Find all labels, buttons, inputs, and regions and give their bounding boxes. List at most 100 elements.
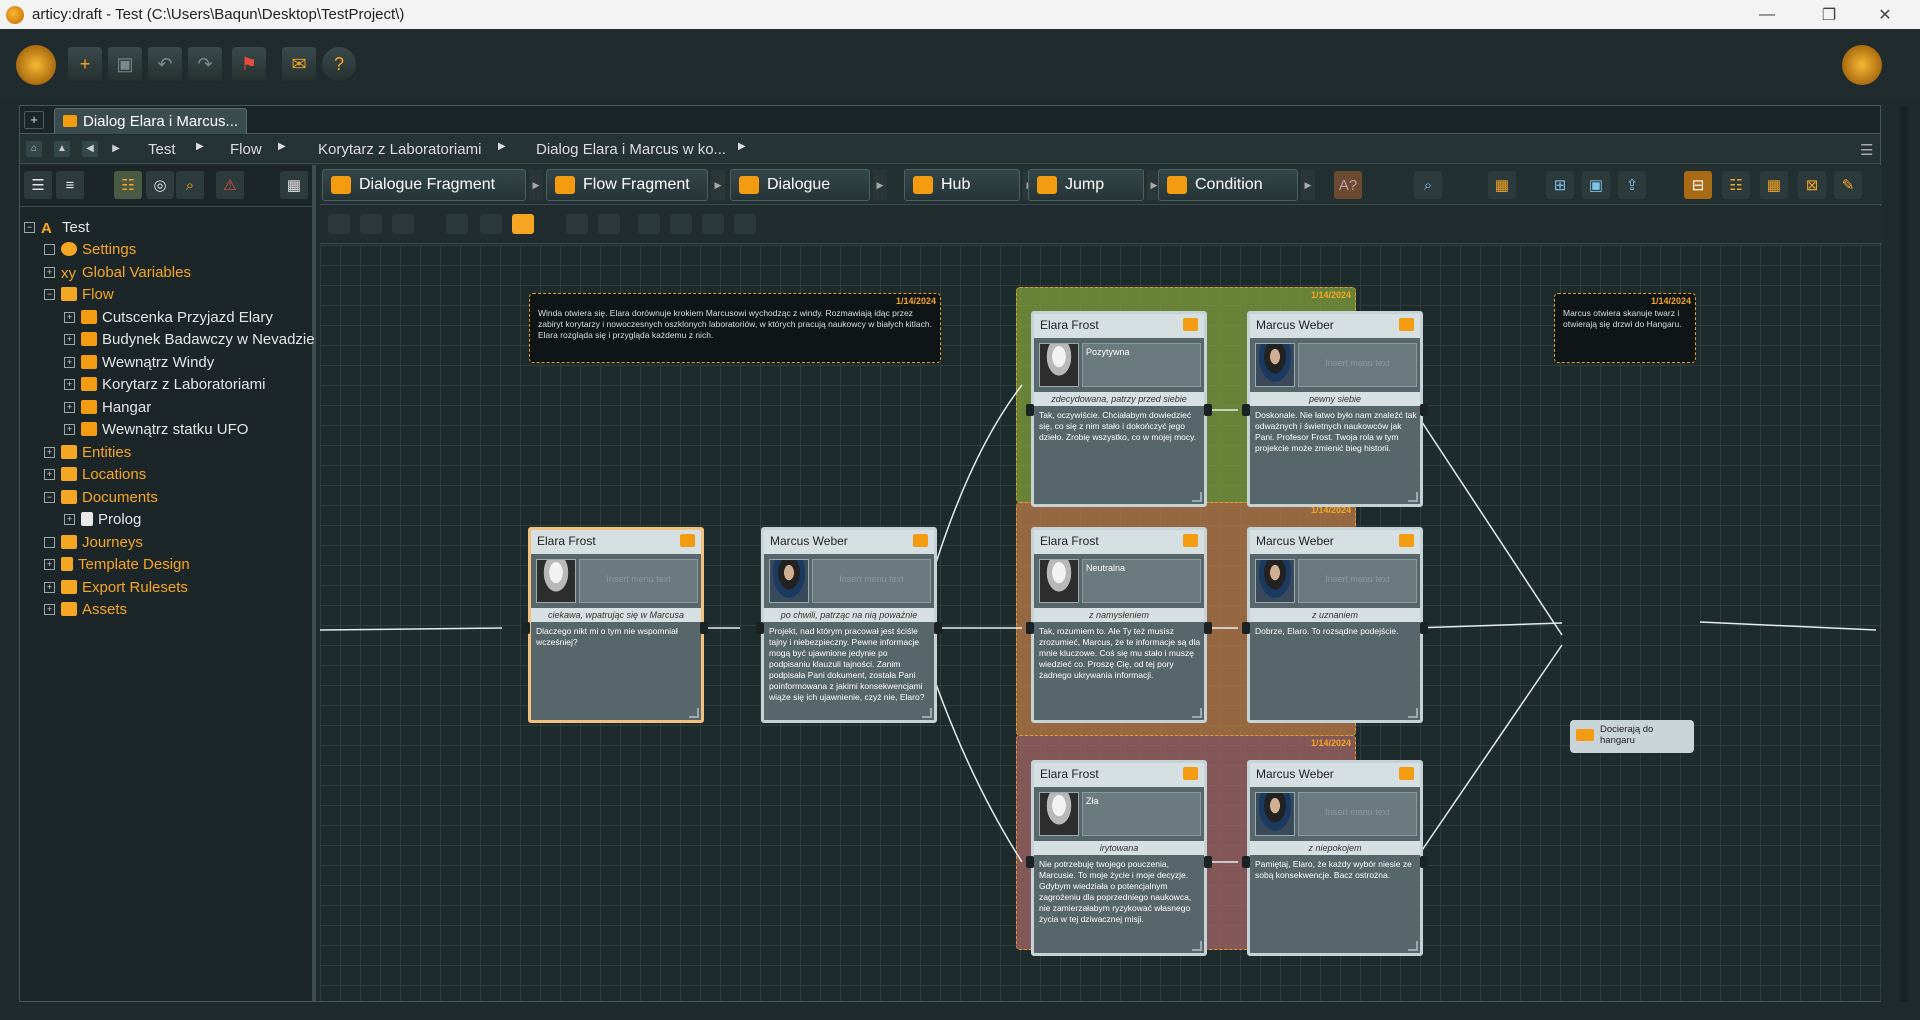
tree-node[interactable]: Settings <box>44 238 136 260</box>
help-button[interactable]: ? <box>322 47 356 81</box>
tree-node-root[interactable]: − A Test <box>24 216 90 238</box>
breadcrumb-item[interactable]: Test <box>148 141 176 158</box>
forward-icon[interactable]: ▶ <box>108 141 124 157</box>
input-pin[interactable] <box>1026 856 1034 868</box>
resize-handle[interactable] <box>1408 492 1418 502</box>
tree-node[interactable]: − Documents <box>44 486 158 508</box>
collapse-icon[interactable]: − <box>44 288 55 300</box>
expand-icon[interactable]: + <box>64 378 75 390</box>
tree-node[interactable]: + Locations <box>44 463 146 485</box>
chevron-right-icon[interactable]: ▶ <box>529 170 543 200</box>
back-icon[interactable]: ◀ <box>82 141 98 157</box>
dialogue-fragment[interactable]: Marcus Weber Insert menu text z niepokoj… <box>1247 760 1423 956</box>
close-button[interactable]: ✕ <box>1862 0 1908 29</box>
import-icon[interactable]: ⊞ <box>1546 171 1574 199</box>
breadcrumb-item[interactable]: Korytarz z Laboratoriami <box>318 141 481 158</box>
forward-icon[interactable] <box>670 214 692 234</box>
grid-icon[interactable] <box>392 214 414 234</box>
tool-dialogue[interactable]: Dialogue ▶ <box>730 169 887 201</box>
dialogue-fragment[interactable]: Elara Frost Neutralna z namysłeniem Tak,… <box>1031 527 1207 723</box>
input-pin[interactable] <box>1242 404 1250 416</box>
tab-dialog[interactable]: Dialog Elara i Marcus... <box>54 108 247 134</box>
resize-handle[interactable] <box>1192 492 1202 502</box>
output-pin[interactable] <box>1420 622 1428 634</box>
layout-grid-icon[interactable]: ▦ <box>1760 171 1788 199</box>
output-pin[interactable] <box>1204 856 1212 868</box>
dialogue-text[interactable]: Nie potrzebuję twojego pouczenia, Marcus… <box>1039 859 1201 925</box>
search-icon[interactable]: ⌕ <box>176 171 204 199</box>
comment-note[interactable]: 1/14/2024 Marcus otwiera skanuje twarz i … <box>1554 293 1696 363</box>
dialogue-text[interactable]: Tak, oczywiście. Chciałabym dowiedzieć s… <box>1039 410 1201 443</box>
dialogue-fragment[interactable]: Marcus Weber Insert menu text z uznaniem… <box>1247 527 1423 723</box>
input-pin[interactable] <box>1242 622 1250 634</box>
claim-button[interactable]: ⚑ <box>232 47 266 81</box>
expand-icon[interactable]: + <box>64 401 75 413</box>
tool-hub[interactable]: Hub▶ <box>904 169 1037 201</box>
tree-node[interactable]: + Budynek Badawczy w Nevadzie <box>64 328 315 350</box>
expand-icon[interactable]: + <box>44 468 55 480</box>
dialogue-text[interactable]: Dlaczego nikt mi o tym nie wspomniał wcz… <box>536 626 698 648</box>
presentation-icon[interactable] <box>360 214 382 234</box>
dialogue-fragment[interactable]: Marcus Weber Insert menu text po chwili,… <box>761 527 937 723</box>
menu-text[interactable]: Insert menu text <box>1298 343 1417 387</box>
mail-button[interactable]: ✉ <box>282 47 316 81</box>
collapse-icon[interactable]: − <box>44 491 55 503</box>
breadcrumb-item[interactable]: Flow <box>230 141 262 158</box>
dialogue-text[interactable]: Dobrze, Elaro. To rozsądne podejście. <box>1255 626 1417 637</box>
tree-view-icon[interactable]: ☷ <box>114 171 142 199</box>
arrow-right-icon[interactable] <box>512 214 534 234</box>
expand-icon[interactable] <box>44 536 55 548</box>
backward-icon[interactable] <box>702 214 724 234</box>
tree-node[interactable]: + Cutscenka Przyjazd Elary <box>64 306 273 328</box>
chevron-right-icon[interactable]: ▶ <box>1301 170 1315 200</box>
output-pin[interactable] <box>1420 404 1428 416</box>
align-icon[interactable] <box>566 214 588 234</box>
image-icon[interactable]: ▣ <box>1582 171 1610 199</box>
menu-text[interactable]: Neutralna <box>1082 559 1201 603</box>
jump-node[interactable]: Docierają do hangaru <box>1570 720 1694 753</box>
tool-dialogue-fragment[interactable]: Dialogue Fragment ▶ <box>322 169 543 201</box>
tool-condition[interactable]: Condition ▶ <box>1158 169 1315 201</box>
warning-icon[interactable]: ⚠ <box>216 171 244 199</box>
expand-icon[interactable] <box>44 243 55 255</box>
input-pin[interactable] <box>1026 404 1034 416</box>
layout-flow-icon[interactable]: ⊟ <box>1684 171 1712 199</box>
menu-text[interactable]: Zła <box>1082 792 1201 836</box>
list-view-icon[interactable]: ☰ <box>24 171 52 199</box>
dialogue-fragment[interactable]: Marcus Weber Insert menu text pewny sieb… <box>1247 311 1423 507</box>
vertical-scrollbar[interactable] <box>1900 105 1908 1002</box>
tree-node[interactable]: Journeys <box>44 531 143 553</box>
stage-directions[interactable]: z namysłeniem <box>1034 608 1204 622</box>
tree-node[interactable]: + Assets <box>44 598 127 620</box>
ungroup-icon[interactable] <box>480 214 502 234</box>
stage-directions[interactable]: zdecydowana, patrzy przed siebie <box>1034 392 1204 406</box>
dialogue-text[interactable]: Doskonale. Nie łatwo było nam znaleźć ta… <box>1255 410 1417 454</box>
input-pin[interactable] <box>1026 622 1034 634</box>
resize-handle[interactable] <box>1192 708 1202 718</box>
dialogue-fragment[interactable]: Elara Frost Zła irytowana Nie potrzebuję… <box>1031 760 1207 956</box>
expand-icon[interactable]: + <box>64 311 75 323</box>
home-icon[interactable]: ⌂ <box>26 141 42 157</box>
dialogue-fragment[interactable]: Elara Frost Pozytywna zdecydowana, patrz… <box>1031 311 1207 507</box>
tool-flow-fragment[interactable]: Flow Fragment ▶ <box>546 169 725 201</box>
output-pin[interactable] <box>1204 622 1212 634</box>
resize-handle[interactable] <box>922 708 932 718</box>
new-project-button[interactable]: + <box>68 47 102 81</box>
expand-icon[interactable]: + <box>44 581 55 593</box>
comment-note[interactable]: 1/14/2024 Winda otwiera się. Elara dorówn… <box>529 293 941 363</box>
menu-text[interactable]: Insert menu text <box>1298 559 1417 603</box>
output-pin[interactable] <box>934 622 942 634</box>
stage-directions[interactable]: z uznaniem <box>1250 608 1420 622</box>
chevron-right-icon[interactable]: ▶ <box>873 170 887 200</box>
spellcheck-icon[interactable]: A? <box>1334 171 1362 199</box>
send-back-icon[interactable] <box>734 214 756 234</box>
stage-directions[interactable]: z niepokojem <box>1250 841 1420 855</box>
redo-button[interactable]: ↷ <box>188 47 222 81</box>
resize-handle[interactable] <box>1408 708 1418 718</box>
save-button[interactable]: ▣ <box>108 47 142 81</box>
distribute-icon[interactable] <box>598 214 620 234</box>
expand-icon[interactable]: + <box>64 333 75 345</box>
rss-icon[interactable]: ☰ <box>1860 141 1873 159</box>
globe-icon[interactable]: ◎ <box>146 171 174 199</box>
input-pin[interactable] <box>756 622 764 634</box>
